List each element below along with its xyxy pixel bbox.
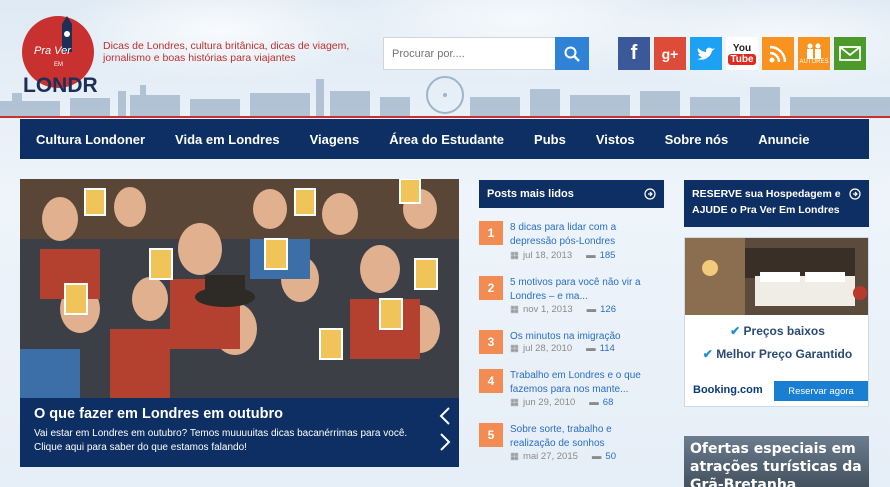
post-comment-count[interactable]: 68 <box>603 397 614 408</box>
rss-icon[interactable] <box>762 37 794 70</box>
popular-post-item: 5 Sobre sorte, trabalho e realização de … <box>479 423 664 475</box>
post-rank-badge: 5 <box>479 423 503 447</box>
post-meta: ▦ nov 1, 2013 ▬ 126 <box>510 304 616 315</box>
email-icon[interactable] <box>834 37 866 70</box>
calendar-icon: ▦ <box>510 397 519 408</box>
london-skyline-illustration <box>0 76 890 118</box>
booking-logo: Booking.com <box>693 384 763 396</box>
logo-text-main: LONDRES <box>23 74 98 97</box>
post-meta: ▦ jun 29, 2010 ▬ 68 <box>510 397 613 408</box>
arrow-circle-icon[interactable] <box>849 188 861 200</box>
popular-posts-header: Posts mais lidos <box>479 180 664 208</box>
post-meta: ▦ jul 28, 2010 ▬ 114 <box>510 343 615 354</box>
social-links: f g+ You Tube AUTORES <box>618 37 866 70</box>
post-date: nov 1, 2013 <box>522 304 573 315</box>
calendar-icon: ▦ <box>510 250 519 261</box>
booking-feature-best-price: ✔ Melhor Preço Garantido <box>685 347 868 361</box>
comment-icon: ▬ <box>586 343 596 354</box>
nav-item-cultura-londoner[interactable]: Cultura Londoner <box>36 132 145 147</box>
post-rank-badge: 4 <box>479 369 503 393</box>
post-comment-count[interactable]: 50 <box>605 451 616 462</box>
search-button[interactable] <box>555 37 589 70</box>
booking-ad[interactable]: ✔ Preços baixos ✔ Melhor Preço Garantido… <box>684 237 869 407</box>
booking-feature-low-prices: ✔ Preços baixos <box>685 324 868 338</box>
slider-title[interactable]: O que fazer em Londres em outubro <box>34 406 445 422</box>
youtube-icon[interactable]: You Tube <box>726 37 758 70</box>
authors-icon[interactable]: AUTORES <box>798 37 830 70</box>
post-title-link[interactable]: 8 dicas para lidar com a depressão pós-L… <box>510 221 660 248</box>
slider-prev-chevron-icon[interactable] <box>439 407 451 425</box>
post-meta: ▦ mai 27, 2015 ▬ 50 <box>510 451 616 462</box>
site-tagline: Dicas de Londres, cultura britânica, dic… <box>103 40 350 64</box>
post-meta: ▦ jul 18, 2013 ▬ 185 <box>510 250 615 261</box>
comment-icon: ▬ <box>586 250 596 261</box>
slider-next-chevron-icon[interactable] <box>439 433 451 451</box>
post-title-link[interactable]: Trabalho em Londres e o que fazemos para… <box>510 369 660 396</box>
featured-slider[interactable]: O que fazer em Londres em outubro Vai es… <box>20 179 459 467</box>
popular-post-item: 1 8 dicas para lidar com a depressão pós… <box>479 221 664 273</box>
main-navigation: Cultura Londoner Vida em Londres Viagens… <box>20 119 869 159</box>
site-header: Pra Ver EM LONDRES Dicas de Londres, cul… <box>0 0 890 118</box>
logo-text-top: Pra Ver <box>34 45 72 57</box>
comment-icon: ▬ <box>589 397 599 408</box>
post-comment-count[interactable]: 185 <box>600 250 616 261</box>
reservar-agora-button[interactable]: Reservar agora <box>774 381 868 401</box>
search-form <box>383 37 589 70</box>
post-title-link[interactable]: Sobre sorte, trabalho e realização de so… <box>510 423 660 450</box>
feature-text: Preços baixos <box>743 324 825 338</box>
nav-item-pubs[interactable]: Pubs <box>534 132 566 147</box>
special-offers-banner[interactable]: Ofertas especiais em atrações turísticas… <box>684 436 869 487</box>
slider-description: Vai estar em Londres em outubro? Temos m… <box>34 428 408 453</box>
comment-icon: ▬ <box>586 304 597 315</box>
post-rank-badge: 2 <box>479 276 503 300</box>
nav-item-anuncie[interactable]: Anuncie <box>758 132 809 147</box>
popular-posts-title: Posts mais lidos <box>487 188 574 200</box>
header-divider <box>0 116 890 118</box>
feature-text: Melhor Preço Garantido <box>716 347 853 361</box>
calendar-icon: ▦ <box>510 304 519 315</box>
slider-controls <box>439 407 451 451</box>
search-icon <box>564 46 580 62</box>
post-comment-count[interactable]: 114 <box>600 343 615 354</box>
post-rank-badge: 1 <box>479 221 503 245</box>
arrow-circle-icon[interactable] <box>644 188 656 200</box>
nav-item-area-do-estudante[interactable]: Área do Estudante <box>389 132 504 147</box>
nav-item-sobre-nos[interactable]: Sobre nós <box>665 132 729 147</box>
search-input[interactable] <box>383 37 555 70</box>
offers-text: Ofertas especiais em atrações turísticas… <box>690 441 862 487</box>
post-rank-badge: 3 <box>479 330 503 354</box>
facebook-icon[interactable]: f <box>618 37 650 70</box>
post-date: mai 27, 2015 <box>522 451 578 462</box>
post-date: jun 29, 2010 <box>522 397 576 408</box>
post-date: jul 18, 2013 <box>522 250 573 261</box>
checkmark-icon: ✔ <box>730 324 741 338</box>
twitter-icon[interactable] <box>690 37 722 70</box>
calendar-icon: ▦ <box>510 451 519 462</box>
oktoberfest-crowd-photo <box>20 179 459 398</box>
pra-ver-em-londres-logo[interactable]: Pra Ver EM LONDRES <box>20 14 98 100</box>
popular-post-item: 4 Trabalho em Londres e o que fazemos pa… <box>479 369 664 421</box>
calendar-icon: ▦ <box>510 343 519 354</box>
comment-icon: ▬ <box>591 451 602 462</box>
nav-item-viagens[interactable]: Viagens <box>310 132 360 147</box>
checkmark-icon: ✔ <box>702 347 713 361</box>
hotel-room-photo <box>685 238 868 315</box>
post-title-link[interactable]: 5 motivos para você não vir a Londres – … <box>510 276 660 303</box>
post-date: jul 28, 2010 <box>522 343 573 354</box>
nav-item-vistos[interactable]: Vistos <box>596 132 635 147</box>
google-plus-icon[interactable]: g+ <box>654 37 686 70</box>
slider-caption[interactable]: O que fazer em Londres em outubro Vai es… <box>20 398 459 467</box>
logo-text-small: EM <box>54 62 63 68</box>
nav-item-vida-em-londres[interactable]: Vida em Londres <box>175 132 280 147</box>
reserve-text: RESERVE sua Hospedagem e AJUDE o Pra Ver… <box>692 188 841 216</box>
post-title-link[interactable]: Os minutos na imigração <box>510 330 660 344</box>
post-comment-count[interactable]: 126 <box>600 304 616 315</box>
popular-post-item: 2 5 motivos para você não vir a Londres … <box>479 276 664 328</box>
reserve-hospedagem-box[interactable]: RESERVE sua Hospedagem e AJUDE o Pra Ver… <box>684 180 869 227</box>
